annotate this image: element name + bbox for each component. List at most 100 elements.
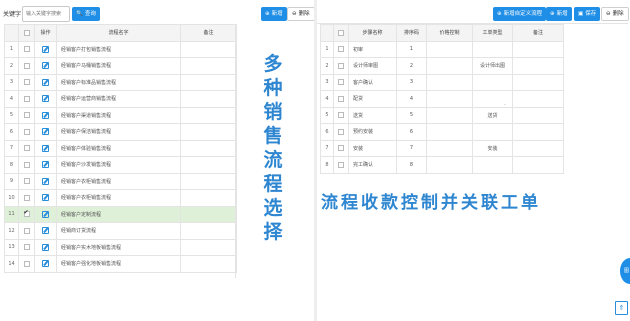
row-action-cell[interactable]	[34, 57, 57, 75]
step-note[interactable]	[512, 40, 564, 58]
row-checkbox[interactable]	[338, 145, 344, 151]
right-add-button[interactable]: ⊕ 新增	[546, 7, 572, 21]
step-order[interactable]: 3	[396, 73, 427, 91]
step-note[interactable]	[512, 106, 564, 124]
search-input[interactable]	[22, 6, 70, 22]
step-price-control[interactable]	[426, 90, 473, 108]
search-button[interactable]: 🔍 查询	[72, 7, 100, 21]
table-row[interactable]: 6 预约安装 6	[320, 123, 564, 141]
row-checkbox-cell[interactable]	[18, 40, 35, 58]
header-checkbox[interactable]	[333, 24, 349, 42]
step-order[interactable]: 8	[396, 156, 427, 174]
row-checkbox-cell[interactable]	[18, 123, 35, 141]
row-checkbox[interactable]	[23, 161, 30, 168]
row-checkbox[interactable]	[23, 112, 30, 118]
row-checkbox[interactable]	[338, 62, 344, 69]
table-row[interactable]: 2 经销客户马桶销售流程	[4, 57, 237, 75]
row-checkbox-cell[interactable]	[333, 73, 349, 91]
row-action-cell[interactable]	[34, 255, 57, 273]
header-checkbox[interactable]	[18, 24, 35, 42]
left-add-button[interactable]: ⊕ 新增	[261, 7, 287, 21]
right-delete-button[interactable]: ⊖ 删除	[601, 7, 629, 21]
step-name[interactable]: 安装	[348, 139, 397, 157]
select-all-checkbox[interactable]	[23, 29, 30, 36]
step-name[interactable]: 客户确认	[348, 73, 397, 91]
row-checkbox[interactable]	[23, 227, 30, 234]
edit-icon[interactable]	[42, 95, 49, 103]
table-row[interactable]: 4 配货 4	[320, 90, 564, 108]
step-ticket-type[interactable]	[472, 73, 513, 91]
row-checkbox-cell[interactable]	[18, 172, 35, 190]
row-action-cell[interactable]	[34, 222, 57, 240]
row-checkbox[interactable]	[23, 260, 30, 267]
row-action-cell[interactable]	[34, 40, 57, 58]
step-order[interactable]: 4	[396, 90, 427, 108]
table-row[interactable]: 7 安装 7 安装	[320, 139, 564, 157]
row-checkbox-cell[interactable]	[333, 40, 349, 58]
step-price-control[interactable]	[426, 57, 473, 75]
step-price-control[interactable]	[426, 106, 473, 124]
edit-icon[interactable]	[42, 227, 49, 235]
row-checkbox[interactable]	[23, 62, 30, 69]
row-checkbox[interactable]	[338, 161, 344, 168]
step-name[interactable]: 送货	[348, 106, 397, 124]
row-checkbox-cell[interactable]	[333, 156, 349, 174]
row-checkbox[interactable]	[23, 244, 30, 250]
step-order[interactable]: 6	[396, 123, 427, 141]
row-action-cell[interactable]	[34, 106, 57, 124]
row-checkbox[interactable]	[23, 79, 30, 85]
row-action-cell[interactable]	[34, 139, 57, 157]
left-delete-button[interactable]: ⊖ 删除	[287, 7, 315, 21]
row-checkbox-cell[interactable]	[333, 123, 349, 141]
table-row[interactable]: 13 经销客户实木地板销售流程	[4, 238, 237, 256]
row-checkbox[interactable]	[23, 145, 30, 151]
row-checkbox-cell[interactable]	[333, 90, 349, 108]
row-checkbox-cell[interactable]	[18, 90, 35, 108]
row-checkbox-cell[interactable]	[18, 106, 35, 124]
step-order[interactable]: 2	[396, 57, 427, 75]
step-note[interactable]	[512, 123, 564, 141]
row-checkbox-cell[interactable]	[18, 73, 35, 91]
row-checkbox[interactable]	[338, 46, 344, 52]
row-checkbox[interactable]	[338, 79, 344, 85]
row-checkbox-cell[interactable]	[18, 222, 35, 240]
save-button[interactable]: ▣ 保存	[574, 7, 601, 21]
table-row[interactable]: 14 经销客户强化地板销售流程	[4, 255, 237, 273]
step-note[interactable]	[512, 156, 564, 174]
row-checkbox[interactable]	[338, 112, 344, 118]
table-row[interactable]: 2 设计师审图 2 设计师出图	[320, 57, 564, 75]
table-row[interactable]: 7 经销客户体验销售流程	[4, 139, 237, 157]
row-checkbox[interactable]	[23, 194, 30, 201]
row-checkbox-cell[interactable]	[333, 139, 349, 157]
table-row[interactable]: 8 经销客户沙发销售流程	[4, 156, 237, 174]
step-price-control[interactable]	[426, 123, 473, 141]
step-ticket-type[interactable]: 设计师出图	[472, 57, 513, 75]
row-action-cell[interactable]	[34, 172, 57, 190]
table-row[interactable]: 12 经销商订货流程	[4, 222, 237, 240]
step-price-control[interactable]	[426, 40, 473, 58]
row-checkbox-cell[interactable]	[333, 57, 349, 75]
step-name[interactable]: 完工确认	[348, 156, 397, 174]
table-row[interactable]: 3 经销客户标准品销售流程	[4, 73, 237, 91]
edit-icon[interactable]	[42, 78, 49, 86]
edit-icon[interactable]	[42, 177, 49, 185]
step-note[interactable]	[512, 57, 564, 75]
row-action-cell[interactable]	[34, 156, 57, 174]
table-row[interactable]: 9 经销客户衣柜销售流程	[4, 172, 237, 190]
edit-icon[interactable]	[42, 243, 49, 251]
row-checkbox-cell[interactable]	[18, 205, 35, 223]
step-note[interactable]	[512, 73, 564, 91]
table-row[interactable]: 3 客户确认 3	[320, 73, 564, 91]
step-order[interactable]: 1	[396, 40, 427, 58]
step-name[interactable]: 配货	[348, 90, 397, 108]
step-price-control[interactable]	[426, 156, 473, 174]
row-action-cell[interactable]	[34, 90, 57, 108]
table-row[interactable]: 5 经销客户渠道销售流程	[4, 106, 237, 124]
edit-icon[interactable]	[42, 194, 49, 202]
row-checkbox-cell[interactable]	[18, 255, 35, 273]
table-row[interactable]: 4 经销客户运营商销售流程	[4, 90, 237, 108]
step-ticket-type[interactable]	[472, 40, 513, 58]
table-row[interactable]: 5 送货 5 送货	[320, 106, 564, 124]
row-checkbox[interactable]	[23, 46, 30, 52]
row-checkbox[interactable]	[23, 209, 30, 217]
